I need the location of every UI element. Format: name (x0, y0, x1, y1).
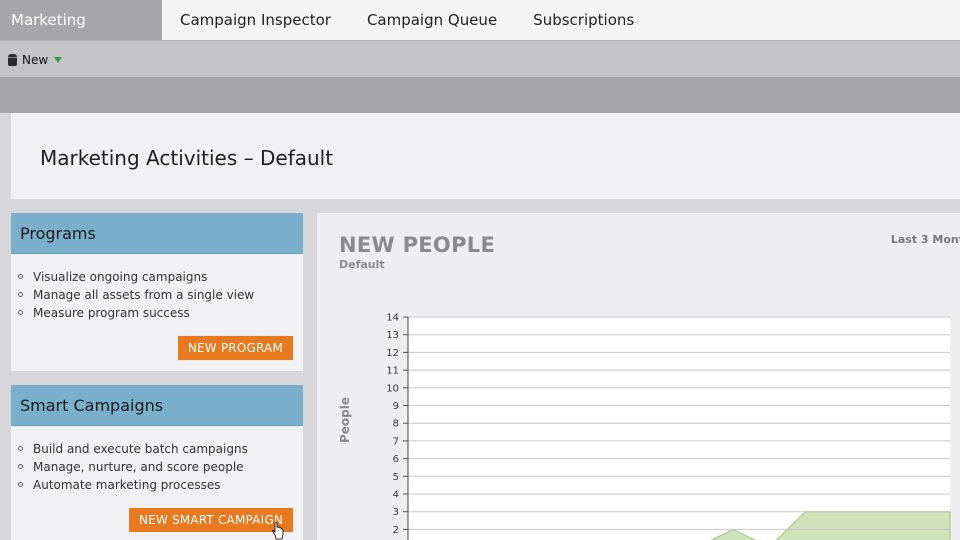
bullet-icon (18, 446, 23, 451)
list-item: Automate marketing processes (18, 476, 303, 494)
y-tick-label: 4 (393, 490, 399, 501)
y-tick-label: 5 (393, 472, 399, 483)
programs-card: Programs Visualize ongoing campaigns Man… (11, 213, 303, 371)
list-item: Visualize ongoing campaigns (18, 268, 303, 286)
bullet-icon (18, 292, 23, 297)
tab-campaign-inspector[interactable]: Campaign Inspector (162, 0, 349, 40)
y-tick-label: 10 (386, 383, 399, 394)
y-tick-label: 2 (393, 525, 399, 536)
hand-cursor-icon (272, 522, 284, 540)
y-tick-label: 7 (393, 436, 399, 447)
y-tick-label: 12 (386, 348, 399, 359)
top-tab-bar: Marketing Activities Campaign Inspector … (0, 0, 960, 69)
smart-campaigns-card: Smart Campaigns Build and execute batch … (11, 385, 303, 540)
new-button[interactable]: New (8, 52, 63, 68)
bullet-icon (18, 274, 23, 279)
list-item: Build and execute batch campaigns (18, 440, 303, 458)
list-item: Manage, nurture, and score people (18, 458, 303, 476)
plot-area (408, 317, 950, 540)
sub-toolbar-strip (0, 77, 960, 113)
y-tick-label: 3 (393, 507, 399, 518)
bullet-icon (18, 310, 23, 315)
bullet-icon (18, 464, 23, 469)
page-title: Marketing Activities – Default (40, 146, 334, 170)
tab-subscriptions[interactable]: Subscriptions (515, 0, 652, 40)
new-people-chart: 14 13 12 11 10 9 8 7 6 5 4 3 2 (386, 313, 951, 540)
new-program-button[interactable]: NEW PROGRAM (177, 336, 293, 360)
new-smart-campaign-button[interactable]: NEW SMART CAMPAIGN (128, 508, 293, 532)
y-tick-label: 9 (393, 401, 399, 412)
y-tick-label: 11 (386, 366, 399, 377)
new-button-label: New (22, 53, 49, 67)
y-tick-label: 6 (393, 454, 399, 465)
list-item: Measure program success (18, 304, 303, 322)
caret-down-icon[interactable] (54, 57, 63, 63)
main-content: Marketing Activities – Default Programs … (0, 113, 960, 540)
y-tick-label: 14 (386, 313, 399, 324)
new-people-chart-panel: NEW PEOPLE Default Last 3 Mont People 14… (317, 213, 960, 540)
tab-marketing-activities[interactable]: Marketing Activities (0, 0, 162, 69)
programs-feature-list: Visualize ongoing campaigns Manage all a… (11, 254, 303, 322)
bullet-icon (18, 482, 23, 487)
y-tick-label: 13 (386, 330, 399, 341)
y-tick-label: 8 (393, 419, 399, 430)
title-panel: Marketing Activities – Default (11, 113, 960, 199)
tab-campaign-queue[interactable]: Campaign Queue (349, 0, 515, 40)
list-item: Manage all assets from a single view (18, 286, 303, 304)
smart-campaigns-feature-list: Build and execute batch campaigns Manage… (11, 426, 303, 494)
toolbar: New (0, 40, 960, 77)
database-icon (8, 54, 17, 66)
smart-campaigns-card-title: Smart Campaigns (11, 385, 303, 426)
programs-card-title: Programs (11, 213, 303, 254)
